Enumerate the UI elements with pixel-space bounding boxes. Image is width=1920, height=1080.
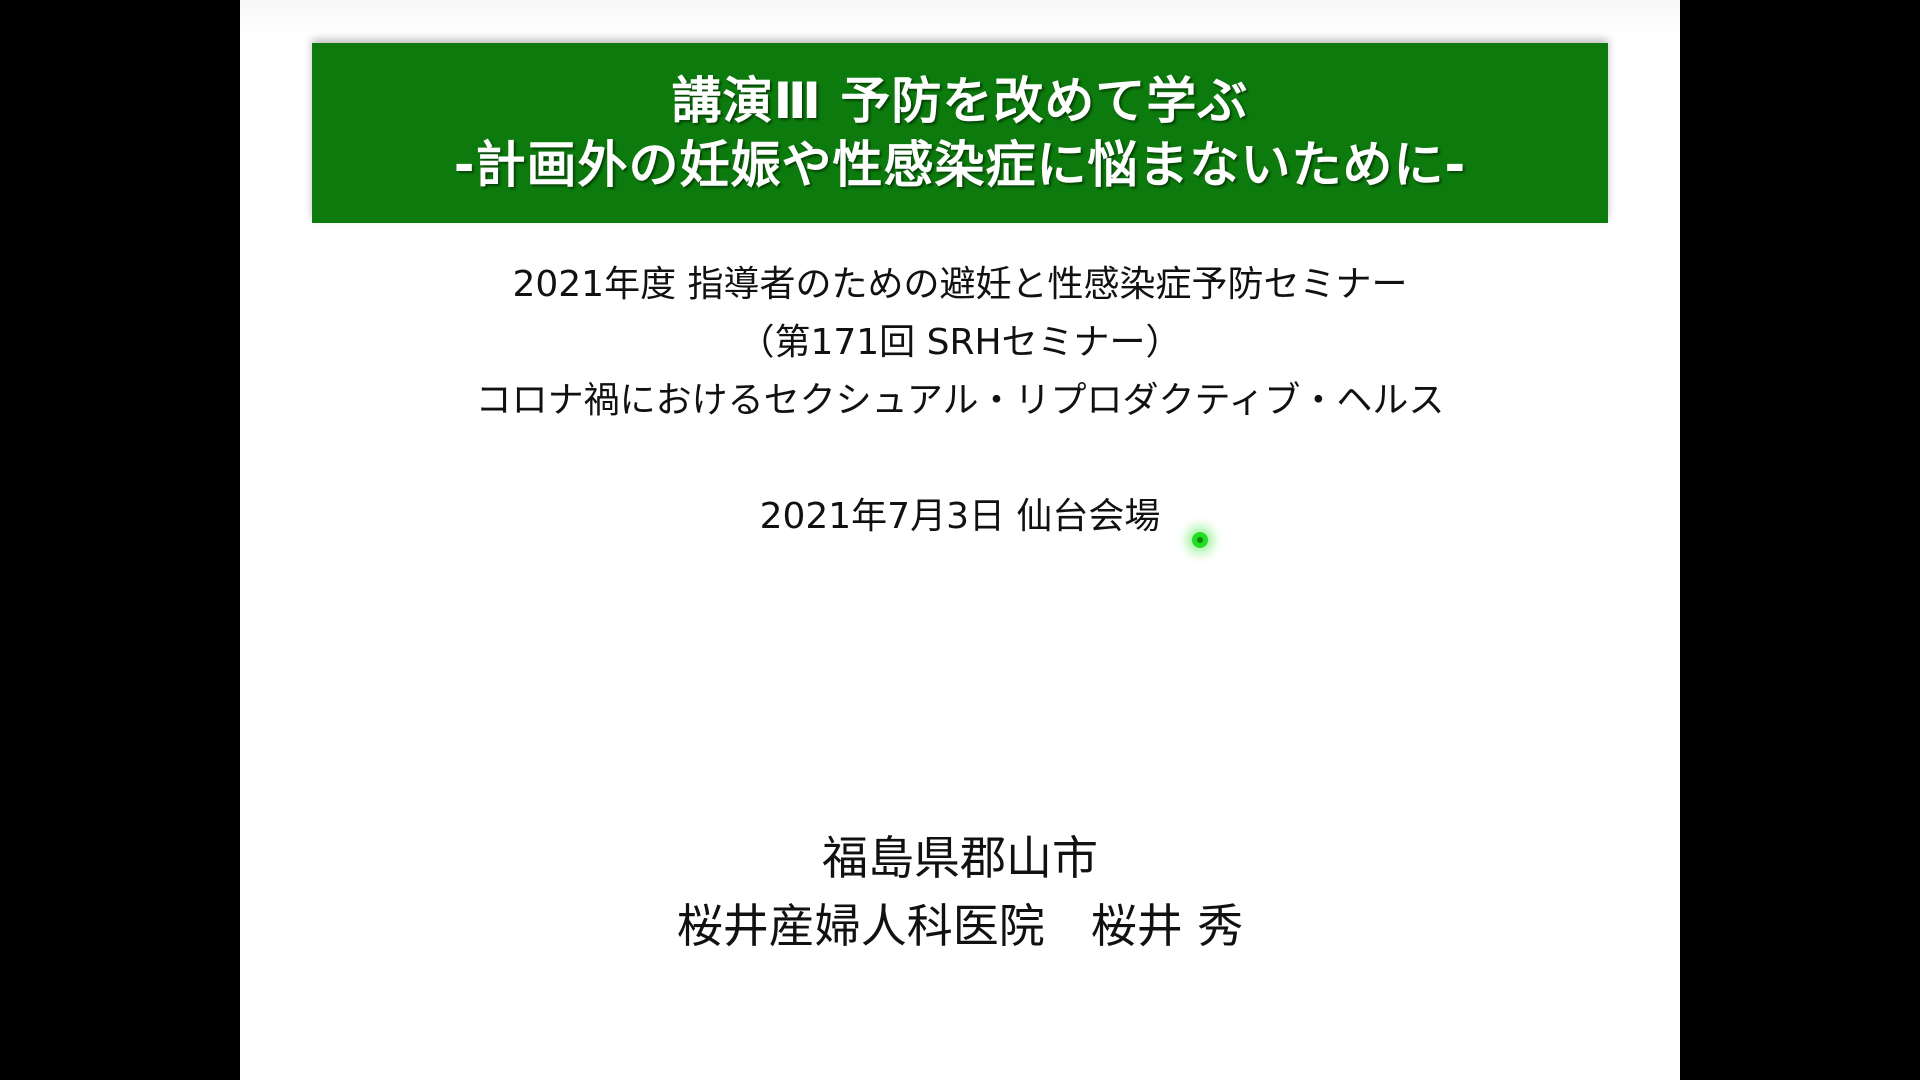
seminar-number: （第171回 SRHセミナー） bbox=[738, 322, 1182, 363]
subtitle-block: 2021年度 指導者のための避妊と性感染症予防セミナー （第171回 SRHセミ… bbox=[240, 256, 1680, 430]
presenter-location: 福島県郡山市 bbox=[822, 831, 1098, 885]
title-line-1: 講演Ⅲ 予防を改めて学ぶ bbox=[671, 72, 1249, 130]
presentation-screen: 講演Ⅲ 予防を改めて学ぶ -計画外の妊娠や性感染症に悩まないために- 2021年… bbox=[0, 0, 1920, 1080]
slide-top-shade bbox=[240, 0, 1680, 34]
presenter-block: 福島県郡山市 桜井産婦人科医院 桜井 秀 bbox=[240, 824, 1680, 960]
seminar-theme: コロナ禍におけるセクシュアル・リプロダクティブ・ヘルス bbox=[475, 380, 1445, 421]
title-banner: 講演Ⅲ 予防を改めて学ぶ -計画外の妊娠や性感染症に悩まないために- bbox=[312, 43, 1608, 223]
title-line-2: -計画外の妊娠や性感染症に悩まないために- bbox=[453, 136, 1467, 194]
presenter-affiliation-name: 桜井産婦人科医院 桜井 秀 bbox=[676, 899, 1244, 953]
slide: 講演Ⅲ 予防を改めて学ぶ -計画外の妊娠や性感染症に悩まないために- 2021年… bbox=[240, 0, 1680, 1080]
laser-pointer-icon bbox=[1192, 532, 1208, 548]
date-venue: 2021年7月3日 仙台会場 bbox=[759, 496, 1161, 537]
laser-pointer-core bbox=[1197, 537, 1203, 543]
seminar-name: 2021年度 指導者のための避妊と性感染症予防セミナー bbox=[512, 264, 1408, 305]
